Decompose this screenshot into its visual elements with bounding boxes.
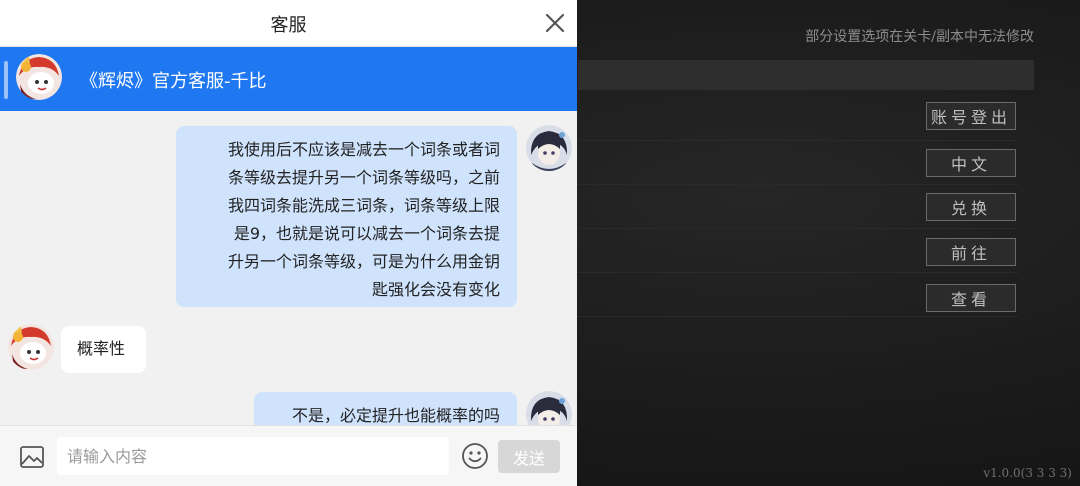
- customer-service-panel: 客服 《辉烬》官方客服-千比 我使用后不应该是减去一个词条或者词 条等级去提升另…: [0, 0, 577, 486]
- language-button[interactable]: 中文: [926, 149, 1016, 177]
- emoji-icon[interactable]: [461, 442, 489, 470]
- agent-message-bubble: 概率性: [61, 326, 146, 373]
- version-label: v1.0.0(3 3 3 3): [983, 466, 1072, 480]
- panel-title: 客服: [270, 15, 307, 36]
- panel-topbar: 客服: [0, 0, 577, 47]
- user-message-bubble: 我使用后不应该是减去一个词条或者词 条等级去提升另一个词条等级吗，之前 我四词条…: [176, 126, 517, 307]
- settings-section-bar: [578, 60, 1034, 90]
- user-avatar: [526, 391, 572, 425]
- agent-avatar: [16, 54, 62, 100]
- view-button[interactable]: 查看: [926, 284, 1016, 312]
- header-accent: [4, 61, 8, 99]
- agent-name: 《辉烬》官方客服-千比: [80, 71, 267, 92]
- image-upload-icon[interactable]: [19, 444, 45, 470]
- message-line: 是9，也就是说可以减去一个词条去提: [233, 224, 500, 243]
- agent-header: 《辉烬》官方客服-千比: [0, 47, 577, 111]
- message-line: 条等级去提升另一个词条等级吗，之前: [227, 168, 500, 187]
- goto-button[interactable]: 前往: [926, 238, 1016, 266]
- user-message-bubble: 不是，必定提升也能概率的吗: [254, 392, 517, 425]
- send-button[interactable]: 发送: [498, 440, 560, 473]
- message-line: 我四词条能洗成三词条，词条等级上限: [227, 196, 500, 215]
- user-avatar: [526, 125, 572, 171]
- chat-area[interactable]: 我使用后不应该是减去一个词条或者词 条等级去提升另一个词条等级吗，之前 我四词条…: [0, 111, 577, 425]
- message-line: 我使用后不应该是减去一个词条或者词: [227, 140, 500, 159]
- redeem-button[interactable]: 兑换: [926, 193, 1016, 221]
- close-icon[interactable]: [543, 11, 567, 35]
- account-logout-button[interactable]: 账号登出: [926, 102, 1016, 130]
- agent-avatar: [8, 324, 54, 370]
- message-input[interactable]: [57, 437, 449, 475]
- message-line: 匙强化会没有变化: [371, 280, 500, 299]
- settings-notice: 部分设置选项在关卡/副本中无法修改: [805, 29, 1034, 45]
- message-line: 升另一个词条等级，可是为什么用金钥: [227, 252, 500, 271]
- message-input-bar: 发送: [0, 425, 577, 486]
